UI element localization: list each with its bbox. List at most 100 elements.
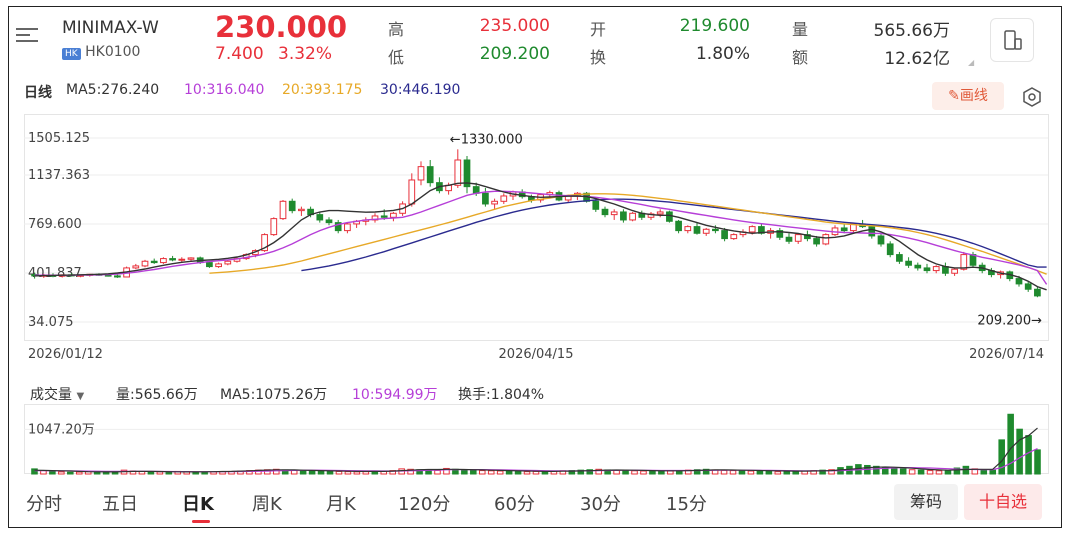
tab-0[interactable]: 分时 (26, 490, 62, 516)
volume-selector-label: 成交量 (30, 387, 72, 403)
candle (767, 227, 774, 239)
stat-value: 219.600 (679, 16, 750, 36)
candle (656, 209, 664, 218)
volume-bar (344, 471, 352, 475)
y-tick-label: 1505.125 (28, 131, 90, 146)
x-tick-label: 2026/07/14 (969, 347, 1044, 362)
candle (822, 233, 830, 246)
tab-7[interactable]: 30分 (580, 490, 621, 516)
volume-bar (989, 469, 997, 475)
volume-bar (765, 470, 773, 475)
stat-label: 量 (792, 20, 809, 39)
candle (942, 262, 949, 276)
x-tick-label: 2026/04/15 (499, 347, 574, 362)
menu-icon[interactable] (16, 24, 42, 44)
volume-bar (1034, 449, 1041, 475)
candle (629, 211, 636, 222)
candle (702, 227, 710, 236)
volume-bar (362, 471, 370, 475)
volume-bar (1016, 428, 1023, 475)
ma10-label: 10:316.040 (184, 82, 265, 98)
settings-icon[interactable] (1020, 85, 1044, 109)
candle (417, 161, 425, 186)
volume-bar (58, 471, 65, 475)
volume-bar (67, 471, 74, 475)
candle (868, 225, 876, 239)
volume-bar (658, 470, 665, 475)
stat-label: 开 (590, 20, 607, 39)
volume-chart: 1047.20万 (24, 404, 1049, 475)
candle (426, 159, 434, 187)
candle (675, 219, 682, 234)
tab-8[interactable]: 15分 (666, 490, 707, 516)
candle (141, 259, 149, 268)
candle (279, 199, 287, 220)
tab-5[interactable]: 120分 (398, 490, 450, 516)
ma20-line (209, 193, 1047, 275)
volume-bar (738, 470, 746, 475)
candle (132, 263, 140, 270)
candle (610, 209, 618, 220)
tab-1[interactable]: 五日 (102, 490, 138, 516)
candle (169, 255, 176, 262)
candle (114, 274, 121, 278)
volume-bar (317, 470, 325, 475)
candle (776, 227, 784, 240)
volume-bar (926, 470, 934, 475)
candle (886, 241, 894, 258)
candle (408, 173, 416, 207)
tab-6[interactable]: 60分 (494, 490, 535, 516)
volume-bar (192, 471, 199, 475)
tab-4[interactable]: 月K (326, 490, 356, 516)
y-tick-label: 1137.363 (28, 168, 90, 183)
market-badge: HK (62, 48, 81, 60)
volume-bar (470, 469, 477, 475)
turnover-rate: 换手:1.804% (458, 387, 545, 403)
volume-bar (783, 470, 791, 475)
stat-value: 235.000 (479, 16, 550, 36)
add-watchlist-button[interactable]: 十自选 (964, 484, 1042, 520)
last-price: 230.000 (215, 10, 348, 44)
candle (831, 225, 839, 236)
candle (914, 262, 922, 271)
candle (620, 209, 627, 223)
candle (288, 198, 296, 214)
volume-bar (899, 468, 907, 475)
active-tab-indicator (192, 520, 210, 523)
volume-bar (747, 470, 755, 475)
chips-button[interactable]: 筹码 (894, 484, 958, 520)
candle (666, 210, 673, 223)
device-switch-button[interactable] (990, 18, 1034, 62)
candle (785, 233, 793, 244)
draw-line-button[interactable]: ✎画线 (932, 82, 1004, 110)
tab-3[interactable]: 周K (252, 490, 282, 516)
volume-bar (729, 470, 737, 475)
volume-bar (667, 470, 674, 475)
stat-value: 209.200 (479, 44, 550, 64)
volume-bar (1025, 435, 1032, 475)
volume-bar (649, 470, 656, 475)
candle (482, 187, 489, 207)
candle (647, 211, 655, 220)
stat-label: 额 (792, 48, 809, 67)
candle (270, 217, 278, 236)
volume-selector[interactable]: 成交量 ▼ (30, 384, 84, 404)
x-tick-label: 2026/01/12 (28, 347, 103, 362)
y-tick-label: 769.600 (28, 217, 82, 232)
stock-name: MINIMAX-W (62, 18, 159, 38)
stock-code-row: HK HK0100 (62, 44, 140, 60)
candlestick-chart[interactable]: 1505.125 1137.363 769.600 401.837 34.075 ←133… (24, 114, 1054, 372)
volume-bar (908, 469, 916, 475)
candle (334, 219, 342, 234)
candle (160, 257, 167, 264)
volume-ma5: MA5:1075.26万 (220, 387, 328, 403)
volume-bar (461, 469, 468, 475)
low-annotation: 209.200→ (977, 314, 1042, 329)
dropdown-caret-icon: ▼ (76, 391, 85, 402)
tab-2[interactable]: 日K (182, 490, 214, 516)
candle (500, 193, 508, 204)
candle (1034, 286, 1041, 298)
candle (518, 189, 526, 199)
volume-bar (496, 470, 504, 475)
candle (344, 222, 351, 234)
